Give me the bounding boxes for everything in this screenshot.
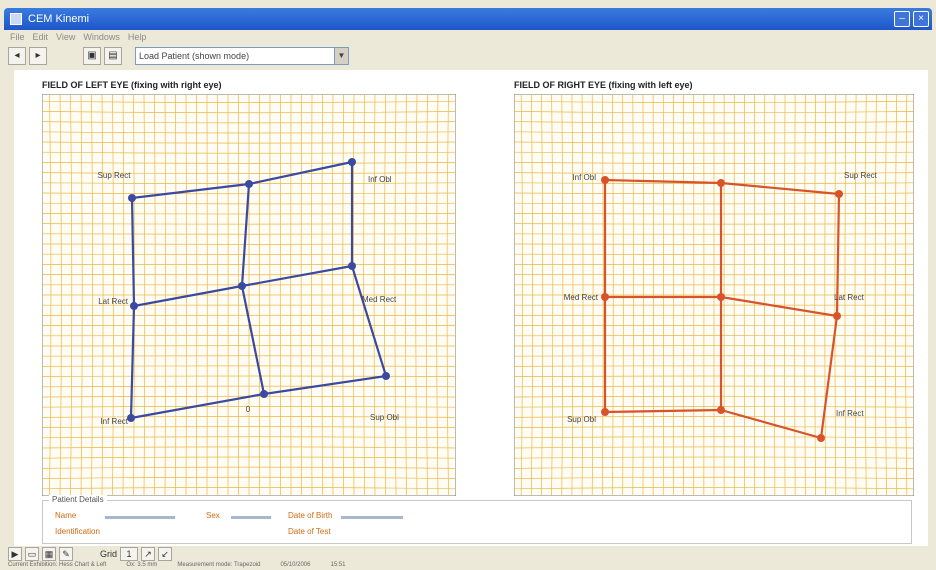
zoom-in-icon[interactable]: ↗: [141, 547, 156, 561]
right-hess-chart: Inf Obl Sup Rect Med Rect Lat Rect Sup Obl In…: [514, 94, 914, 496]
right-label-inf-rect: Inf Rect: [836, 409, 864, 418]
app-icon: [10, 13, 22, 25]
left-label-inf-obl: Inf Obl: [368, 175, 392, 184]
chart-icon[interactable]: ▦: [42, 547, 56, 561]
right-panel-title: FIELD OF RIGHT EYE (fixing with left eye…: [514, 80, 693, 90]
folder-icon[interactable]: ▭: [25, 547, 39, 561]
plot-point: [601, 176, 609, 184]
plot-point: [833, 312, 841, 320]
right-label-lat-rect: Lat Rect: [834, 293, 865, 302]
plot-point: [127, 414, 135, 422]
plot-point: [717, 179, 725, 187]
left-label-sup-rect: Sup Rect: [98, 171, 132, 180]
right-label-sup-obl: Sup Obl: [567, 415, 596, 424]
plot-point: [238, 282, 246, 290]
plot-point: [128, 194, 136, 202]
title-bar: CEM Kinemi – ×: [4, 8, 932, 30]
status-time: 15:51: [330, 562, 346, 568]
plot-point: [601, 408, 609, 416]
application-window: CEM Kinemi – × File Edit View Windows He…: [0, 0, 936, 570]
status-bar: Current Exhibition: Hess Chart & Left Ox…: [4, 562, 932, 570]
status-exhibition: Current Exhibition: Hess Chart & Left: [8, 562, 107, 568]
menu-item-edit[interactable]: Edit: [33, 32, 49, 42]
plot-point: [835, 190, 843, 198]
sex-value: [231, 516, 271, 519]
window-title: CEM Kinemi: [28, 13, 90, 25]
zoom-field[interactable]: 1: [120, 547, 139, 561]
plot-point: [717, 293, 725, 301]
plot-point: [817, 434, 825, 442]
date-of-birth-value: [341, 516, 403, 519]
patient-select[interactable]: Load Patient (shown mode) ▼: [135, 47, 349, 65]
nav-forward-icon[interactable]: ▸: [29, 47, 47, 65]
chevron-down-icon[interactable]: ▼: [334, 48, 348, 64]
left-label-med-rect: Med Rect: [362, 295, 397, 304]
patient-select-value: Load Patient (shown mode): [139, 51, 250, 61]
plot-point: [382, 372, 390, 380]
pencil-icon[interactable]: ✎: [59, 547, 73, 561]
name-value: [105, 516, 175, 519]
close-button[interactable]: ×: [913, 11, 929, 27]
plot-point: [348, 262, 356, 270]
status-mode: Measurement mode: Trapezoid: [177, 562, 261, 568]
right-label-sup-rect: Sup Rect: [844, 171, 878, 180]
grid-label: Grid: [100, 549, 118, 559]
date-of-birth-label: Date of Birth: [288, 511, 333, 520]
plot-point: [130, 302, 138, 310]
plot-point: [260, 390, 268, 398]
chart-area: FIELD OF LEFT EYE (fixing with right eye…: [14, 70, 928, 546]
menu-item-view[interactable]: View: [56, 32, 75, 42]
save-icon[interactable]: ▣: [83, 47, 101, 65]
left-hess-chart: Sup Rect Inf Obl Lat Rect Med Rect Inf Rect S…: [42, 94, 456, 496]
patient-details-group: Patient Details Name Identification Sex …: [42, 495, 912, 544]
left-panel-title: FIELD OF LEFT EYE (fixing with right eye…: [42, 80, 222, 90]
nav-back-icon[interactable]: ◂: [8, 47, 26, 65]
toolbar: ◂ ▸ ▣ ▤ Load Patient (shown mode) ▼: [4, 44, 932, 68]
menu-item-file[interactable]: File: [10, 32, 25, 42]
date-of-test-label: Date of Test: [288, 527, 331, 536]
patient-details-legend: Patient Details: [49, 495, 107, 504]
left-label-lat-rect: Lat Rect: [98, 297, 129, 306]
minimize-button[interactable]: –: [894, 11, 910, 27]
sex-label: Sex: [206, 511, 220, 520]
status-ox: Ox: 3.5 mm: [126, 562, 158, 568]
menu-item-help[interactable]: Help: [128, 32, 147, 42]
play-icon[interactable]: ▶: [8, 547, 22, 561]
left-label-inf-rect: Inf Rect: [100, 417, 128, 426]
status-date: 05/10/2006: [280, 562, 311, 568]
name-label: Name: [55, 511, 77, 520]
right-label-inf-obl: Inf Obl: [572, 173, 596, 182]
menu-item-windows[interactable]: Windows: [83, 32, 120, 42]
zoom-out-icon[interactable]: ↙: [158, 547, 173, 561]
right-label-med-rect: Med Rect: [564, 293, 599, 302]
menu-bar: File Edit View Windows Help: [4, 30, 932, 44]
left-label-sup-obl: Sup Obl: [370, 413, 399, 422]
identification-label: Identification: [55, 527, 100, 536]
plot-point: [717, 406, 725, 414]
plot-point: [601, 293, 609, 301]
left-center-label: 0: [246, 405, 251, 414]
plot-point: [245, 180, 253, 188]
plot-point: [348, 158, 356, 166]
print-icon[interactable]: ▤: [104, 47, 122, 65]
bottom-toolbar: ▶ ▭ ▦ ✎ Grid 1 ↗ ↙: [4, 546, 932, 562]
